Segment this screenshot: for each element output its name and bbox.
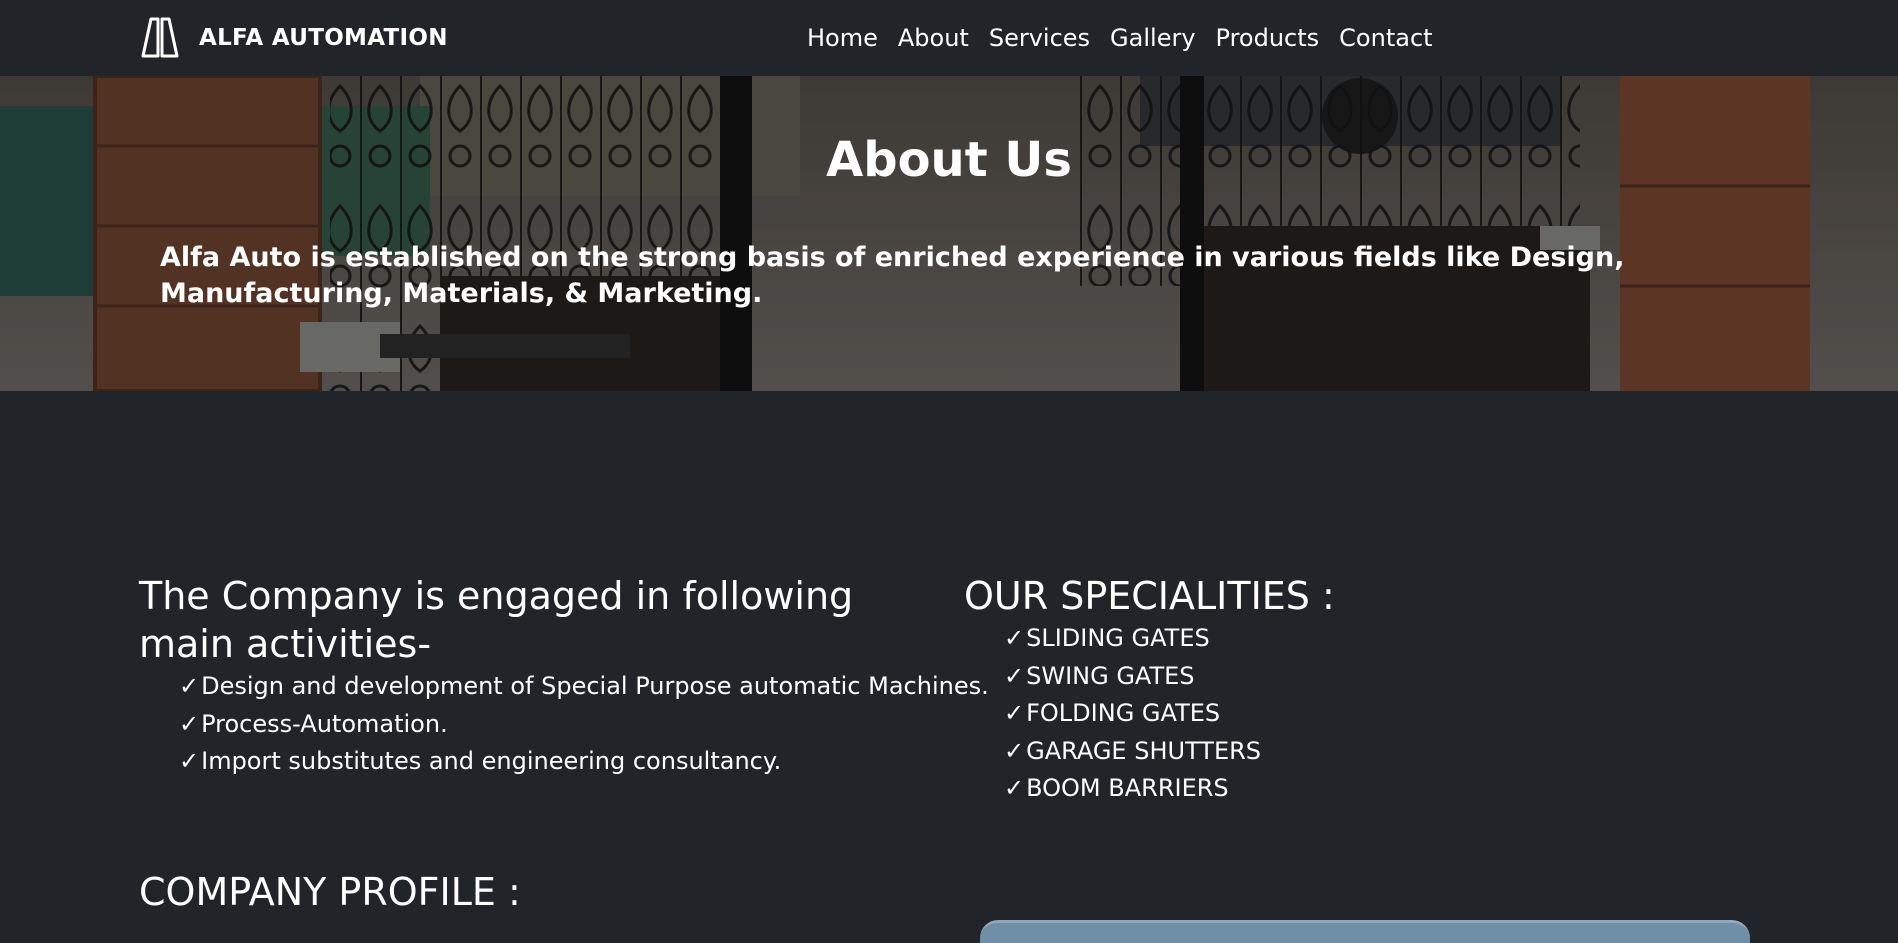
list-item: ✓SWING GATES [1004, 661, 1195, 690]
hero-description: Alfa Auto is established on the strong b… [160, 242, 1625, 309]
nav-home[interactable]: Home [807, 20, 878, 56]
nav-gallery[interactable]: Gallery [1110, 20, 1195, 56]
activities-section: The Company is engaged in following main… [139, 572, 989, 781]
company-profile-image [980, 920, 1750, 943]
list-item: ✓Design and development of Special Purpo… [179, 672, 989, 700]
hero-banner: About Us Alfa Auto is established on the… [0, 76, 1898, 391]
nav-about[interactable]: About [898, 20, 969, 56]
navbar: ALFA AUTOMATION Home About Services Gall… [0, 0, 1898, 76]
nav-services[interactable]: Services [989, 20, 1090, 56]
check-icon: ✓ [1004, 699, 1025, 727]
check-icon: ✓ [1004, 624, 1025, 652]
activities-heading: The Company is engaged in following main… [139, 574, 854, 666]
check-icon: ✓ [179, 672, 200, 700]
brand-link[interactable]: ALFA AUTOMATION [139, 16, 448, 60]
check-icon: ✓ [179, 747, 200, 775]
company-profile-heading: COMPANY PROFILE : [139, 870, 521, 914]
list-item: ✓GARAGE SHUTTERS [1004, 736, 1262, 765]
alfa-logo-icon [141, 17, 179, 58]
list-item: ✓BOOM BARRIERS [1004, 774, 1229, 802]
activities-list: ✓Design and development of Special Purpo… [139, 668, 989, 781]
hero-title: About Us [826, 132, 1072, 189]
check-icon: ✓ [1004, 661, 1025, 690]
list-item: ✓Import substitutes and engineering cons… [179, 747, 782, 775]
specialities-heading: OUR SPECIALITIES : [964, 574, 1335, 618]
nav-products[interactable]: Products [1216, 20, 1320, 56]
list-item: ✓Process-Automation. [179, 709, 448, 738]
check-icon: ✓ [1004, 774, 1025, 802]
list-item: ✓SLIDING GATES [1004, 624, 1210, 652]
specialities-section: OUR SPECIALITIES : ✓SLIDING GATES ✓SWING… [964, 572, 1564, 808]
list-item: ✓FOLDING GATES [1004, 699, 1221, 727]
check-icon: ✓ [1004, 736, 1025, 765]
hero-background-image [0, 76, 1898, 391]
nav-links: Home About Services Gallery Products Con… [807, 20, 1433, 56]
specialities-list: ✓SLIDING GATES ✓SWING GATES ✓FOLDING GAT… [964, 620, 1564, 808]
check-icon: ✓ [179, 709, 200, 738]
brand-name: ALFA AUTOMATION [199, 25, 448, 51]
nav-contact[interactable]: Contact [1339, 20, 1432, 56]
